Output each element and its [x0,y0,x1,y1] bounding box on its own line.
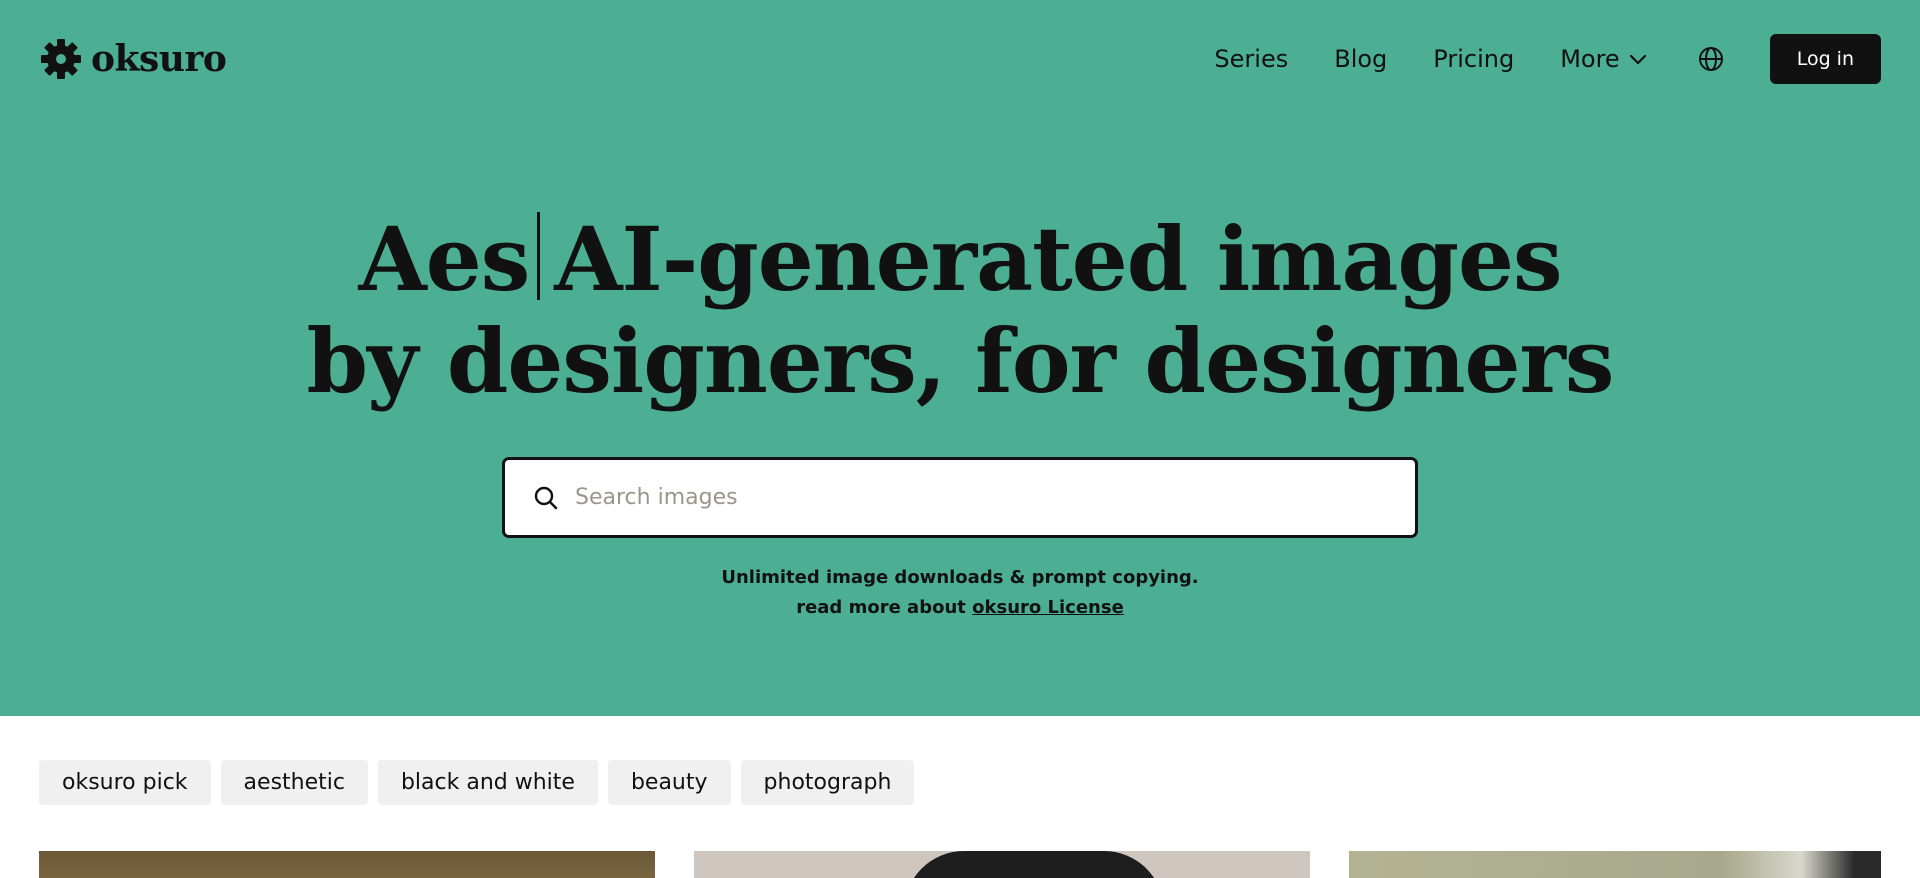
image-card[interactable] [39,851,655,878]
license-note-line-2: read more about oksuro License [0,593,1920,623]
tag-aesthetic[interactable]: aesthetic [220,760,368,805]
headline-line-1: Aes AI-generated images [0,208,1920,310]
nav-blog[interactable]: Blog [1334,45,1387,73]
license-note: Unlimited image downloads & prompt copyi… [0,563,1920,623]
typing-caret [537,212,541,300]
nav-pricing[interactable]: Pricing [1433,45,1514,73]
logo-text: oksuro [91,38,227,80]
image-content [904,851,1164,878]
nav-more[interactable]: More [1560,45,1648,73]
login-button[interactable]: Log in [1769,34,1881,84]
headline-typed-text: Aes [358,207,530,311]
top-nav: Series Blog Pricing More Log in [1214,34,1881,84]
nav-more-label: More [1560,45,1620,73]
image-card[interactable] [1349,851,1881,878]
headline-line-2: by designers, for designers [306,309,1615,413]
nav-series[interactable]: Series [1214,45,1288,73]
tag-black-and-white[interactable]: black and white [377,760,598,805]
license-link[interactable]: oksuro License [972,597,1124,618]
page-title: Aes AI-generated images by designers, for… [0,208,1920,412]
logo[interactable]: oksuro [39,37,227,81]
license-note-line-1: Unlimited image downloads & prompt copyi… [721,567,1199,588]
search-icon [534,486,558,509]
image-card[interactable] [694,851,1310,878]
chevron-down-icon [1629,54,1646,65]
gear-logo-icon [39,37,83,81]
tag-photograph[interactable]: photograph [740,760,915,805]
search-input[interactable] [575,485,1375,510]
hero-section: oksuro Series Blog Pricing More Log in A… [0,0,1920,716]
tag-beauty[interactable]: beauty [607,760,731,805]
globe-icon[interactable] [1698,46,1724,72]
license-note-prefix: read more about [796,597,973,618]
tag-oksuro-pick[interactable]: oksuro pick [39,760,211,805]
search-bar[interactable] [502,457,1418,538]
headline-text-1: AI-generated images [554,207,1562,311]
tag-list: oksuro pick aesthetic black and white be… [39,760,915,805]
